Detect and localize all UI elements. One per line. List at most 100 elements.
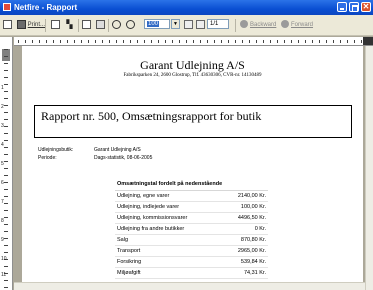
row-label: Udlejning, egne varer xyxy=(117,193,170,199)
forward-button[interactable]: Forward xyxy=(281,19,313,31)
backward-button[interactable]: Backward xyxy=(240,19,276,31)
row-label: Salg xyxy=(117,237,129,243)
ruler-number: 9 xyxy=(1,237,4,243)
zoom-value: 100 xyxy=(147,21,160,27)
ruler-number: 1 xyxy=(1,85,4,91)
row-label: Miljøafgift xyxy=(117,270,141,276)
single-page-button[interactable] xyxy=(82,19,91,31)
ruler-number: 5 xyxy=(1,161,4,167)
forward-label: Forward xyxy=(291,22,314,28)
multi-page-button[interactable] xyxy=(96,19,105,31)
window-titlebar: Netfire - Rapport ✕ xyxy=(0,0,373,15)
multi-page-icon xyxy=(96,19,105,29)
back-arrow-icon xyxy=(240,20,248,29)
revenue-table: Omsætningstal fordelt på nedenstående Ud… xyxy=(115,179,268,279)
minimize-icon xyxy=(340,8,344,10)
company-name: Garant Udlejning A/S xyxy=(140,58,245,72)
print-button[interactable]: Print... xyxy=(17,19,45,31)
report-title: Rapport nr. 500, Omsætningsrapport for b… xyxy=(41,109,262,123)
row-label: Udlejning, kommissionsvarer xyxy=(117,215,188,221)
app-icon xyxy=(3,3,11,11)
row-label: Transport xyxy=(117,248,141,254)
ruler-number: 8 xyxy=(1,218,4,224)
toolbar: Print... ▚ 100 ▼ 1/1 Backward Forward xyxy=(0,15,373,36)
row-value: 100,00 Kr. xyxy=(240,204,266,210)
toolbar-separator xyxy=(78,19,79,32)
ruler-number: 3 xyxy=(1,123,4,129)
layout-icon xyxy=(3,19,12,29)
field-value: Garant Udlejning A/S xyxy=(94,147,141,153)
copy-button[interactable] xyxy=(51,19,60,31)
table-row: Udlejning, indlejede varer 100,00 Kr. xyxy=(115,202,268,213)
row-value: 2965,00 Kr. xyxy=(237,248,266,254)
zoom-out-icon xyxy=(112,19,121,29)
window-title: Netfire - Rapport xyxy=(14,3,78,12)
zoom-in-icon xyxy=(126,19,135,29)
print-label: Print... xyxy=(27,22,46,28)
vertical-ruler: 1 2 3 4 5 6 7 8 9 10 11 xyxy=(0,37,13,290)
zoom-input[interactable]: 100 xyxy=(144,19,170,29)
ruler-ticks xyxy=(18,40,365,43)
chevron-down-icon: ▼ xyxy=(173,21,178,27)
row-label: Forsikring xyxy=(117,259,142,265)
row-value: 0 Kr. xyxy=(254,226,266,232)
report-page: Garant Udlejning A/S Fabriksparken 24, 2… xyxy=(22,46,363,290)
table-row: Salg 870,80 Kr. xyxy=(115,235,268,246)
report-header-box: Rapport nr. 500, Omsætningsrapport for b… xyxy=(34,105,352,138)
close-icon: ✕ xyxy=(362,2,370,11)
field-label: Udlejningsbutik: xyxy=(38,147,74,153)
table-row: Udlejning, kommissionsvarer 4496,50 Kr. xyxy=(115,213,268,224)
binoculars-icon: ▚ xyxy=(66,19,73,29)
ruler-number: 11 xyxy=(1,272,7,278)
page-number-value: 1/1 xyxy=(210,21,219,27)
table-row: Forsikring 539,84 Kr. xyxy=(115,257,268,268)
backward-label: Backward xyxy=(250,22,277,28)
ruler-number: 10 xyxy=(1,256,7,262)
zoom-dropdown-button[interactable]: ▼ xyxy=(171,19,180,29)
table-row: Udlejning, egne varer 2140,00 Kr. xyxy=(115,191,268,202)
table-header: Omsætningstal fordelt på nedenstående xyxy=(115,179,268,191)
row-value: 74,31 Kr. xyxy=(243,270,266,276)
ruler-number: 4 xyxy=(1,142,4,148)
horizontal-scrollbar[interactable] xyxy=(14,282,365,290)
ruler-number: 7 xyxy=(1,199,4,205)
single-page-icon xyxy=(82,19,91,29)
previous-page-button[interactable] xyxy=(184,19,193,31)
row-value: 539,84 Kr. xyxy=(240,259,266,265)
toolbar-separator xyxy=(108,19,109,32)
table-row: Miljøafgift 74,31 Kr. xyxy=(115,268,268,279)
ruler-ticks xyxy=(4,49,8,288)
ruler-end-marker xyxy=(363,37,373,45)
printer-icon xyxy=(17,19,26,29)
company-address: Fabriksparken 24, 2600 Glostrup, Tlf. 43… xyxy=(123,73,262,78)
row-value: 4496,50 Kr. xyxy=(237,215,266,221)
zoom-out-button[interactable] xyxy=(112,19,121,31)
table-row: Udlejning fra andre butikker 0 Kr. xyxy=(115,224,268,235)
next-page-button[interactable] xyxy=(196,19,205,31)
minimize-button[interactable] xyxy=(337,2,347,12)
field-label: Periode: xyxy=(38,155,57,161)
layout-button[interactable] xyxy=(3,19,12,31)
row-value: 2140,00 Kr. xyxy=(237,193,266,199)
page-number-input[interactable]: 1/1 xyxy=(207,19,229,29)
row-label: Udlejning, indlejede varer xyxy=(117,204,180,210)
toolbar-separator xyxy=(45,19,46,32)
maximize-icon xyxy=(352,5,358,12)
toolbar-separator xyxy=(235,19,236,32)
previous-page-icon xyxy=(184,19,193,29)
close-button[interactable]: ✕ xyxy=(361,2,371,12)
horizontal-ruler xyxy=(14,37,373,46)
find-button[interactable]: ▚ xyxy=(65,19,74,31)
copy-icon xyxy=(51,19,60,29)
forward-arrow-icon xyxy=(281,20,289,29)
next-page-icon xyxy=(196,19,205,29)
table-row: Transport 2965,00 Kr. xyxy=(115,246,268,257)
maximize-button[interactable] xyxy=(349,2,359,12)
ruler-number: 6 xyxy=(1,180,4,186)
zoom-in-button[interactable] xyxy=(126,19,135,31)
field-value: Dags-statistik, 08-06-2005 xyxy=(94,155,153,161)
vertical-scrollbar[interactable] xyxy=(365,46,373,290)
row-value: 870,80 Kr. xyxy=(240,237,266,243)
row-label: Udlejning fra andre butikker xyxy=(117,226,185,232)
ruler-number: 2 xyxy=(1,104,4,110)
